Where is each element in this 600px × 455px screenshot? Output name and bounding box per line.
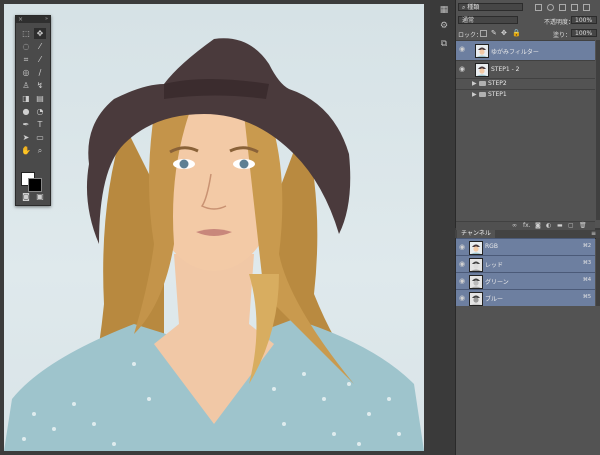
blend-mode-dropdown[interactable]: 通常: [458, 16, 518, 24]
clone-stamp-icon[interactable]: ♙: [20, 80, 32, 91]
channel-shortcut: ⌘3: [582, 260, 591, 266]
tools-panel: × » ⬚ ✥ ◌ ⁄ ⌗ ⁄ ◎ ∕ ♙ ↯ ◨ ▤ ● ◔ ✒ T ➤ ▭ …: [15, 15, 51, 206]
pixel-filter-icon[interactable]: [535, 4, 542, 11]
navigator-icon[interactable]: ⧉: [438, 38, 450, 49]
link-icon[interactable]: ∞: [512, 222, 517, 229]
collapse-icon[interactable]: »: [45, 16, 48, 23]
portrait-photo: [4, 38, 424, 451]
layer-group-row[interactable]: ▶ STEP1: [456, 89, 595, 100]
properties-icon[interactable]: ⚙: [438, 20, 450, 31]
channel-shortcut: ⌘5: [582, 294, 591, 300]
visibility-eye-icon[interactable]: ◉: [459, 277, 465, 285]
collapsed-panel-strip: ▦ ⚙ ⧉: [432, 0, 454, 60]
visibility-eye-icon[interactable]: ◉: [459, 243, 465, 251]
layer-thumbnail: [475, 63, 489, 77]
tools-panel-header[interactable]: × »: [16, 16, 50, 23]
channel-name: ブルー: [485, 296, 504, 303]
layer-name: ゆがみフィルター: [491, 49, 539, 56]
opacity-label: 不透明度：: [544, 19, 575, 26]
opacity-input[interactable]: 100%: [571, 16, 597, 24]
folder-icon[interactable]: ▬: [557, 222, 563, 229]
crop-tool-icon[interactable]: ⌗: [20, 54, 32, 65]
path-selection-icon[interactable]: ➤: [20, 132, 32, 143]
tab-channels[interactable]: チャンネル: [457, 230, 495, 238]
fx-icon[interactable]: fx.: [523, 222, 531, 229]
channel-shortcut: ⌘4: [582, 277, 591, 283]
folder-icon: [479, 81, 486, 86]
layer-row[interactable]: ◉ STEP1 - 2: [456, 60, 595, 78]
mask-icon[interactable]: ◙: [535, 222, 541, 229]
smart-object-filter-icon[interactable]: [583, 4, 590, 11]
lasso-tool-icon[interactable]: ◌: [20, 41, 32, 52]
shape-tool-icon[interactable]: ▭: [34, 132, 46, 143]
visibility-eye-icon[interactable]: ◉: [459, 260, 465, 268]
channel-name: レッド: [485, 262, 504, 269]
eraser-icon[interactable]: ◨: [20, 93, 32, 104]
type-tool-icon[interactable]: T: [34, 119, 46, 130]
layer-thumbnail: [475, 44, 489, 58]
channel-thumbnail: [469, 241, 483, 255]
type-filter-icon[interactable]: [559, 4, 566, 11]
adjustment-icon[interactable]: ◐: [546, 222, 551, 229]
layer-row[interactable]: ◉ ゆがみフィルター: [456, 40, 595, 60]
history-brush-icon[interactable]: ↯: [34, 80, 46, 91]
pen-tool-icon[interactable]: ✒: [20, 119, 32, 130]
channel-thumbnail: [469, 292, 483, 306]
history-icon[interactable]: ▦: [438, 4, 450, 15]
fill-label: 塗り：: [553, 32, 572, 39]
image-canvas[interactable]: [4, 4, 424, 451]
fill-input[interactable]: 100%: [571, 29, 597, 37]
lock-all-icon[interactable]: 🔒: [512, 29, 521, 37]
channel-row[interactable]: ◉ ブルー ⌘5: [456, 289, 595, 306]
healing-brush-icon[interactable]: ◎: [20, 67, 32, 78]
channel-thumbnail: [469, 258, 483, 272]
channels-scrollbar[interactable]: [596, 238, 600, 306]
lock-position-icon[interactable]: ✥: [501, 29, 507, 37]
lock-transparency-icon[interactable]: [480, 30, 487, 37]
trash-icon[interactable]: 🗑: [579, 222, 587, 229]
kind-filter-label: 種類: [467, 4, 480, 11]
quick-mask-icon[interactable]: ◙: [20, 191, 32, 202]
eyedropper-icon[interactable]: ⁄: [34, 54, 46, 65]
dodge-tool-icon[interactable]: ◔: [34, 106, 46, 117]
adjustment-filter-icon[interactable]: [547, 4, 554, 11]
layer-group-name: STEP1: [488, 91, 507, 98]
expand-triangle-icon[interactable]: ▶: [472, 80, 477, 87]
visibility-eye-icon[interactable]: ◉: [459, 65, 465, 73]
channel-row[interactable]: ◉ レッド ⌘3: [456, 255, 595, 272]
folder-icon: [479, 92, 486, 97]
layers-scrollbar[interactable]: [596, 40, 600, 220]
layers-filter-row: ⌕ 種類: [455, 3, 600, 13]
kind-filter-dropdown[interactable]: ⌕ 種類: [458, 3, 523, 11]
marquee-tool-icon[interactable]: ⬚: [20, 28, 32, 39]
channel-name: グリーン: [485, 279, 509, 286]
zoom-tool-icon[interactable]: ⌕: [34, 145, 46, 156]
channel-row[interactable]: ◉ RGB ⌘2: [456, 238, 595, 255]
shape-filter-icon[interactable]: [571, 4, 578, 11]
panel-menu-icon[interactable]: ≡: [591, 230, 596, 237]
magic-wand-icon[interactable]: ⁄: [34, 41, 46, 52]
screen-mode-icon[interactable]: ▣: [34, 191, 46, 202]
visibility-eye-icon[interactable]: ◉: [459, 45, 465, 53]
close-icon[interactable]: ×: [18, 16, 23, 23]
blur-tool-icon[interactable]: ●: [20, 106, 32, 117]
new-layer-icon[interactable]: ▢: [568, 222, 574, 229]
channel-shortcut: ⌘2: [582, 243, 591, 249]
expand-triangle-icon[interactable]: ▶: [472, 91, 477, 98]
channel-row[interactable]: ◉ グリーン ⌘4: [456, 272, 595, 289]
layer-group-name: STEP2: [488, 80, 507, 87]
layers-footer: ∞ fx. ◙ ◐ ▬ ▢ 🗑: [456, 221, 595, 230]
background-color-swatch[interactable]: [28, 178, 42, 192]
layer-group-row[interactable]: ▶ STEP2: [456, 78, 595, 89]
layer-name: STEP1 - 2: [491, 66, 520, 73]
channel-thumbnail: [469, 275, 483, 289]
move-tool-icon[interactable]: ✥: [34, 28, 46, 39]
lock-pixels-icon[interactable]: ✎: [491, 29, 497, 37]
brush-tool-icon[interactable]: ∕: [34, 67, 46, 78]
gradient-icon[interactable]: ▤: [34, 93, 46, 104]
visibility-eye-icon[interactable]: ◉: [459, 294, 465, 302]
hand-tool-icon[interactable]: ✋: [20, 145, 32, 156]
channel-name: RGB: [485, 243, 498, 250]
lock-label: ロック：: [458, 32, 483, 39]
